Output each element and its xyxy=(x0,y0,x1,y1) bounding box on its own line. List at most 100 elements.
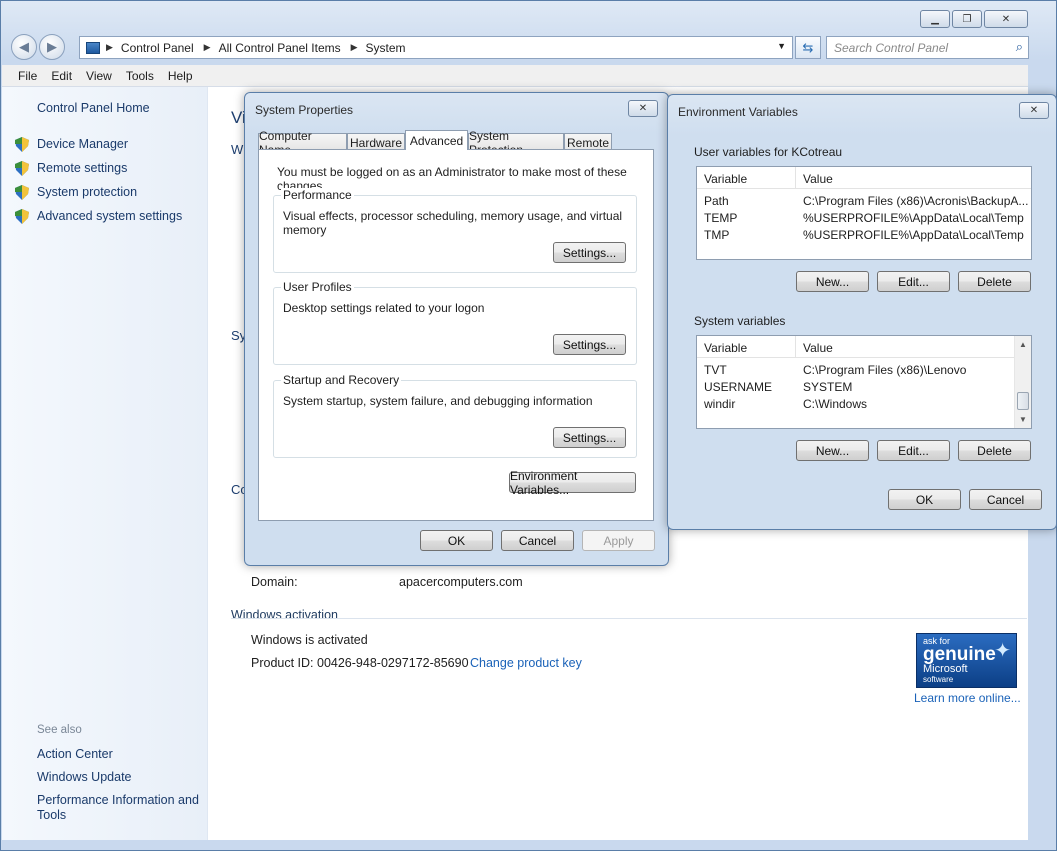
navigation-bar: ◀ ▶ ▶ Control Panel ▶ All Control Panel … xyxy=(9,33,1028,61)
system-protection-link[interactable]: System protection xyxy=(37,185,137,199)
change-product-key-link[interactable]: Change product key xyxy=(470,656,582,670)
list-item[interactable]: TMP %USERPROFILE%\AppData\Local\Temp xyxy=(697,226,1031,243)
variable-name: Path xyxy=(704,194,729,208)
system-edit-button[interactable]: Edit... xyxy=(877,440,950,461)
see-also-heading: See also xyxy=(37,724,82,736)
learn-more-link[interactable]: Learn more online... xyxy=(914,691,1021,705)
cancel-button[interactable]: Cancel xyxy=(501,530,574,551)
address-bar[interactable]: ▶ Control Panel ▶ All Control Panel Item… xyxy=(79,36,793,59)
apply-button[interactable]: Apply xyxy=(582,530,655,551)
breadcrumb-all-items[interactable]: All Control Panel Items xyxy=(219,41,341,55)
breadcrumb-system[interactable]: System xyxy=(366,41,406,55)
variable-value: SYSTEM xyxy=(803,380,852,394)
address-dropdown-icon[interactable]: ▼ xyxy=(777,41,786,51)
column-variable[interactable]: Variable xyxy=(704,172,747,186)
column-divider xyxy=(795,336,796,358)
column-variable[interactable]: Variable xyxy=(704,341,747,355)
system-delete-button[interactable]: Delete xyxy=(958,440,1031,461)
variable-name: TMP xyxy=(704,228,729,242)
performance-info-link[interactable]: Performance Information and Tools xyxy=(37,793,202,823)
maximize-button[interactable]: ❐ xyxy=(952,10,982,28)
menu-tools[interactable]: Tools xyxy=(126,69,154,83)
user-new-button[interactable]: New... xyxy=(796,271,869,292)
variable-name: TVT xyxy=(704,363,727,377)
variable-value: C:\Program Files (x86)\Acronis\BackupA..… xyxy=(803,194,1028,208)
list-item[interactable]: TEMP %USERPROFILE%\AppData\Local\Temp xyxy=(697,209,1031,226)
tab-advanced[interactable]: Advanced xyxy=(405,130,468,150)
variable-name: USERNAME xyxy=(704,380,772,394)
cancel-button[interactable]: Cancel xyxy=(969,489,1042,510)
back-button[interactable]: ◀ xyxy=(11,34,37,60)
shield-icon xyxy=(15,137,29,152)
scroll-up-icon[interactable]: ▲ xyxy=(1019,340,1027,349)
device-manager-link[interactable]: Device Manager xyxy=(37,137,128,151)
list-item[interactable]: windir C:\Windows xyxy=(697,395,1031,412)
ok-button[interactable]: OK xyxy=(888,489,961,510)
menu-edit[interactable]: Edit xyxy=(51,69,72,83)
close-button[interactable]: ✕ xyxy=(1019,102,1049,119)
list-item[interactable]: TVT C:\Program Files (x86)\Lenovo xyxy=(697,361,1031,378)
scroll-thumb[interactable] xyxy=(1017,392,1029,410)
column-divider xyxy=(795,167,796,189)
ok-button[interactable]: OK xyxy=(420,530,493,551)
star-icon: ✦ xyxy=(994,638,1011,663)
window-controls: ▁ ❐ ✕ xyxy=(920,10,1028,28)
group-title: Performance xyxy=(281,188,354,202)
list-header: Variable Value xyxy=(697,167,1031,189)
column-value[interactable]: Value xyxy=(803,341,833,355)
remote-settings-link[interactable]: Remote settings xyxy=(37,161,127,175)
scroll-down-icon[interactable]: ▼ xyxy=(1019,415,1027,424)
menu-bar: File Edit View Tools Help xyxy=(2,65,1028,87)
list-item[interactable]: Path C:\Program Files (x86)\Acronis\Back… xyxy=(697,192,1031,209)
user-variables-list[interactable]: Variable Value Path C:\Program Files (x8… xyxy=(696,166,1032,260)
performance-settings-button[interactable]: Settings... xyxy=(553,242,626,263)
variable-value: %USERPROFILE%\AppData\Local\Temp xyxy=(803,211,1024,225)
variable-value: C:\Program Files (x86)\Lenovo xyxy=(803,363,966,377)
search-input[interactable]: Search Control Panel ⌕ xyxy=(826,36,1029,59)
left-pane: Control Panel Home Device Manager Remote… xyxy=(2,87,208,840)
startup-recovery-settings-button[interactable]: Settings... xyxy=(553,427,626,448)
advanced-tab-panel: You must be logged on as an Administrato… xyxy=(258,149,654,521)
column-value[interactable]: Value xyxy=(803,172,833,186)
control-panel-home-link[interactable]: Control Panel Home xyxy=(37,101,150,115)
genuine-sub-text: software xyxy=(923,675,1010,684)
advanced-system-settings-link[interactable]: Advanced system settings xyxy=(37,209,182,223)
list-item[interactable]: USERNAME SYSTEM xyxy=(697,378,1031,395)
group-description: Desktop settings related to your logon xyxy=(283,301,484,315)
variable-value: C:\Windows xyxy=(803,397,867,411)
genuine-microsoft-logo[interactable]: ask for genuine Microsoft software ✦ xyxy=(916,633,1017,688)
breadcrumb-arrow-icon: ▶ xyxy=(106,42,113,53)
variable-name: TEMP xyxy=(704,211,737,225)
system-variables-list[interactable]: Variable Value TVT C:\Program Files (x86… xyxy=(696,335,1032,429)
close-button[interactable]: ✕ xyxy=(984,10,1028,28)
user-delete-button[interactable]: Delete xyxy=(958,271,1031,292)
genuine-brand-text: Microsoft xyxy=(923,664,1010,675)
menu-help[interactable]: Help xyxy=(168,69,193,83)
system-new-button[interactable]: New... xyxy=(796,440,869,461)
control-panel-icon xyxy=(86,42,100,54)
search-placeholder: Search Control Panel xyxy=(834,41,948,55)
environment-variables-button[interactable]: Environment Variables... xyxy=(509,472,636,493)
variable-value: %USERPROFILE%\AppData\Local\Temp xyxy=(803,228,1024,242)
forward-button[interactable]: ▶ xyxy=(39,34,65,60)
breadcrumb-arrow-icon: ▶ xyxy=(351,42,358,53)
system-variables-heading: System variables xyxy=(694,314,785,328)
minimize-button[interactable]: ▁ xyxy=(920,10,950,28)
close-button[interactable]: ✕ xyxy=(628,100,658,117)
shield-icon xyxy=(15,185,29,200)
user-edit-button[interactable]: Edit... xyxy=(877,271,950,292)
activation-heading: Windows activation xyxy=(231,608,338,622)
user-profiles-settings-button[interactable]: Settings... xyxy=(553,334,626,355)
menu-file[interactable]: File xyxy=(18,69,37,83)
breadcrumb-control-panel[interactable]: Control Panel xyxy=(121,41,194,55)
windows-update-link[interactable]: Windows Update xyxy=(37,770,132,785)
menu-view[interactable]: View xyxy=(86,69,112,83)
search-icon[interactable]: ⌕ xyxy=(1016,39,1023,55)
action-center-link[interactable]: Action Center xyxy=(37,747,113,762)
performance-group: Performance Visual effects, processor sc… xyxy=(273,195,637,273)
dialog-title: Environment Variables xyxy=(678,105,798,119)
vertical-scrollbar[interactable]: ▲ ▼ xyxy=(1014,336,1031,428)
variable-name: windir xyxy=(704,397,735,411)
refresh-icon: ⇆ xyxy=(803,40,814,56)
refresh-button[interactable]: ⇆ xyxy=(795,36,821,59)
